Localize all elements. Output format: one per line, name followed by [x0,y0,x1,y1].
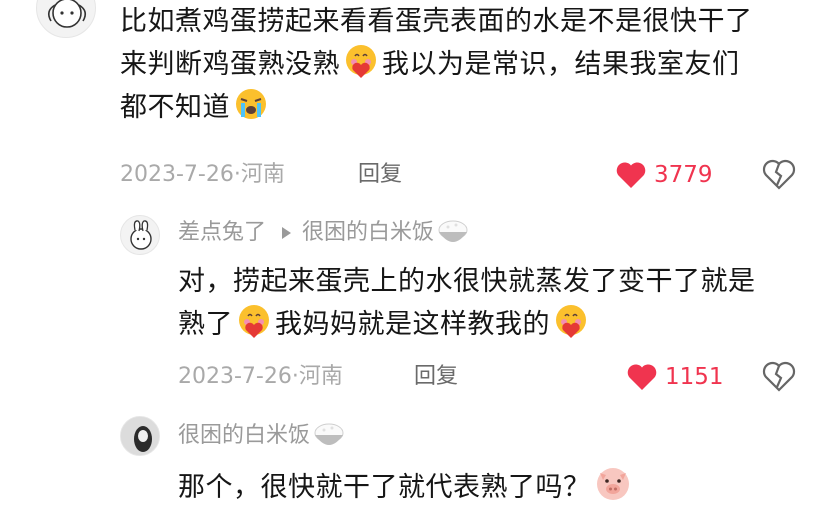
comment-line-text: 那个，很快就干了就代表熟了吗？ [178,472,591,503]
meta-separator: · [291,364,299,389]
comment-line-text: 都不知道 [120,92,230,123]
comment-line: 熟了 我妈妈就是这样教我的 [178,302,818,345]
heart-icon [616,162,646,188]
comment-meta: 2023-7-26·河南 [120,160,285,190]
comment-line: 对，捞起来蛋壳上的水很快就蒸发了变干了就是 [178,266,756,297]
pig-face-emoji-icon [596,468,629,500]
comment-location: 河南 [240,162,285,187]
photo-avatar-icon [121,417,159,455]
reply-button[interactable]: 回复 [358,160,402,190]
comment-date: 2023-7-26 [120,162,234,187]
bunny-avatar-icon [47,0,87,28]
heart-hug-emoji-icon [239,305,269,338]
play-arrow-icon [282,227,292,239]
rice-bowl-emoji-icon [314,423,344,445]
dislike-broken-heart-icon[interactable] [762,159,796,191]
comment-text: 对，捞起来蛋壳上的水很快就蒸发了变干了就是 熟了 我妈妈就是这样教我的 [178,262,818,345]
like-count: 1151 [665,364,724,390]
comment-line-text: 我妈妈就是这样教我的 [275,309,550,340]
heart-icon [627,364,657,390]
username[interactable]: 差点兔了 [178,218,266,248]
username[interactable]: 很困的白米饭 [178,421,310,451]
comment-line-text: 我以为是常识，结果我室友们 [382,49,740,80]
comment-line: 来判断鸡蛋熟没熟 我以为是常识，结果我室友们 [120,42,820,85]
comment-date: 2023-7-26 [178,364,292,389]
reply-header: 很困的白米饭 [178,421,346,451]
bunny-avatar-icon [130,220,152,250]
heart-hug-emoji-icon [346,45,376,78]
meta-separator: · [233,162,241,187]
reply-button[interactable]: 回复 [414,362,458,392]
comment-location: 河南 [298,364,343,389]
comment-line: 那个，很快就干了就代表熟了吗？ [178,463,818,508]
avatar[interactable] [120,215,160,255]
like-button[interactable]: 1151 [626,362,724,392]
avatar[interactable] [120,416,160,456]
comment-text: 比如煮鸡蛋捞起来看看蛋壳表面的水是不是很快干了 来判断鸡蛋熟没熟 我以为是常识，… [120,2,820,128]
crying-emoji-icon [236,89,266,119]
rice-bowl-emoji-icon [438,220,468,242]
comment-line: 比如煮鸡蛋捞起来看看蛋壳表面的水是不是很快干了 [120,6,753,37]
comment-line-text: 熟了 [178,309,233,340]
reply-to-username[interactable]: 很困的白米饭 [302,218,434,248]
comment-text: 那个，很快就干了就代表熟了吗？ [178,463,818,508]
comment-line-text: 来判断鸡蛋熟没熟 [120,49,340,80]
heart-hug-emoji-icon [556,305,586,338]
like-count: 3779 [654,162,713,188]
comment-meta: 2023-7-26·河南 [178,362,343,392]
comment-line: 都不知道 [120,85,820,128]
avatar[interactable] [36,0,96,38]
dislike-broken-heart-icon[interactable] [762,361,796,393]
reply-header: 差点兔了 很困的白米饭 [178,218,470,248]
like-button[interactable]: 3779 [615,160,713,190]
